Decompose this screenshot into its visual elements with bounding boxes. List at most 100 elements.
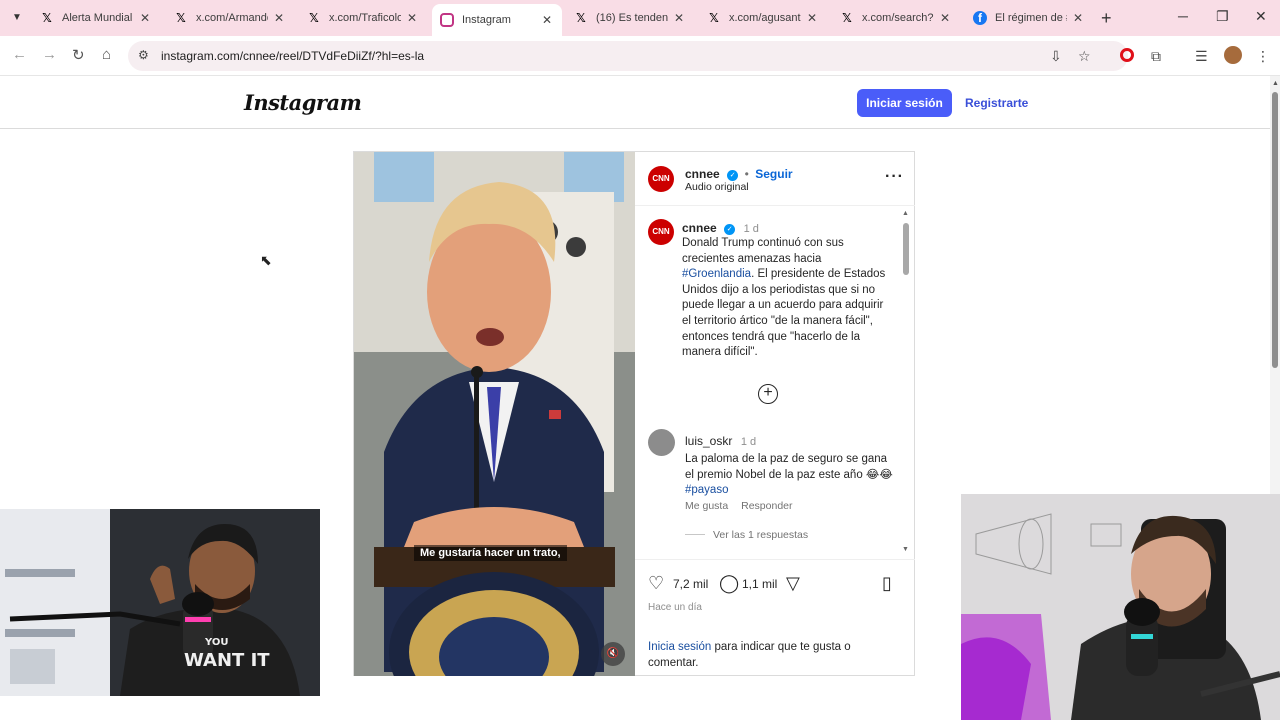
login-prompt: Inicia sesión para indicar que te gusta … (648, 641, 851, 669)
verified-badge-icon: ✓ (724, 224, 736, 235)
comments-scroll-up-icon[interactable]: ▲ (902, 210, 909, 217)
tab-x-search[interactable]: 𝕏 x.com/search?q ✕ (832, 4, 960, 32)
signup-link[interactable]: Registrarte (965, 96, 1028, 110)
window-close-icon[interactable]: ✕ (1255, 8, 1267, 25)
comment-username[interactable]: luis_oskr (685, 434, 732, 448)
bookmark-star-icon[interactable]: ☆ (1078, 48, 1091, 65)
comment-icon[interactable]: ◯ (719, 573, 739, 594)
hashtag-link[interactable]: #payaso (685, 484, 728, 496)
instagram-icon (440, 13, 454, 27)
comments-section[interactable]: ▲ ▼ CNN cnnee ✓ 1 d Donald Trump continu… (635, 207, 915, 559)
forward-icon[interactable]: → (42, 46, 57, 63)
tab-x-agusanto[interactable]: 𝕏 x.com/agusanto ✕ (699, 4, 827, 32)
share-icon[interactable]: ▽ (786, 573, 800, 594)
x-logo-icon: 𝕏 (709, 11, 719, 25)
hashtag-link[interactable]: #Groenlandia (682, 268, 751, 280)
video-frame-image (354, 152, 635, 676)
facebook-icon: f (973, 11, 987, 25)
tab-x-traficolog[interactable]: 𝕏 x.com/Traficolog ✕ (299, 4, 427, 32)
close-icon[interactable]: ✕ (274, 11, 286, 25)
author-username[interactable]: cnnee (685, 167, 720, 181)
more-options-icon[interactable]: ··· (885, 168, 904, 186)
restore-icon[interactable]: ❐ (1216, 8, 1229, 25)
verified-badge-icon: ✓ (727, 170, 739, 181)
instagram-header: Instagram Iniciar sesión Registrarte (0, 76, 1270, 129)
heart-icon[interactable]: ♡ (648, 573, 664, 594)
video-subtitle: Me gustaría hacer un trato, (414, 545, 567, 561)
comment-actions: Me gusta Responder (685, 500, 803, 512)
tab-instagram[interactable]: Instagram ✕ (432, 4, 562, 36)
comment-time: 1 d (740, 436, 757, 448)
tab-bar: ▼ 𝕏 Alerta Mundial e ✕ 𝕏 x.com/Armando ✕… (0, 0, 1280, 36)
url-text[interactable]: instagram.com/cnnee/reel/DTVdFeDiiZf/?hl… (161, 49, 424, 63)
shirt-text: WANT IT (184, 650, 270, 671)
close-icon[interactable]: ✕ (807, 11, 819, 25)
x-logo-icon: 𝕏 (309, 11, 319, 25)
reel-video[interactable]: Me gustaría hacer un trato, 🔇 (354, 152, 635, 676)
comment-text: La paloma de la paz de seguro se gana el… (685, 453, 893, 497)
close-icon[interactable]: ✕ (1073, 11, 1085, 25)
browser-menu-icon[interactable]: ⋮ (1256, 48, 1270, 65)
post-details-panel: CNN cnnee ✓ • Seguir Audio original ··· … (635, 152, 915, 676)
back-icon[interactable]: ← (12, 46, 27, 63)
commenter-avatar[interactable] (648, 429, 675, 456)
comment-reply-link[interactable]: Responder (741, 500, 792, 512)
scroll-up-icon[interactable]: ▲ (1272, 80, 1279, 87)
comments-scroll-down-icon[interactable]: ▼ (902, 546, 909, 553)
close-icon[interactable]: ✕ (140, 11, 152, 25)
tab-es-tendencia[interactable]: 𝕏 (16) Es tendencia ✕ (566, 4, 694, 32)
comments-count[interactable]: 1,1 mil (742, 577, 777, 591)
load-more-comments-icon[interactable]: + (758, 384, 778, 404)
minimize-icon[interactable]: ─ (1178, 8, 1188, 24)
separator-dot: • (744, 167, 749, 181)
scrollbar-thumb[interactable] (1272, 92, 1278, 368)
tab-alerta-mundial[interactable]: 𝕏 Alerta Mundial e ✕ (32, 4, 160, 32)
webcam-right-image (961, 494, 1280, 720)
home-icon[interactable]: ⌂ (102, 46, 111, 63)
replies-divider (685, 534, 705, 535)
address-bar[interactable]: ⚙ instagram.com/cnnee/reel/DTVdFeDiiZf/?… (128, 41, 1128, 71)
likes-count[interactable]: 7,2 mil (673, 577, 708, 591)
bookmark-icon[interactable]: ▯ (882, 573, 892, 594)
reload-icon[interactable]: ↻ (72, 46, 85, 64)
comment-author-line: luis_oskr 1 d (685, 432, 756, 450)
post-time-ago: Hace un día (648, 602, 702, 613)
tab-facebook-regimen[interactable]: f El régimen de # ✕ (965, 4, 1093, 32)
close-icon[interactable]: ✕ (542, 13, 554, 27)
profile-avatar[interactable] (1224, 46, 1242, 64)
login-button[interactable]: Iniciar sesión (857, 89, 952, 117)
tab-x-armando[interactable]: 𝕏 x.com/Armando ✕ (166, 4, 294, 32)
mute-toggle-icon[interactable]: 🔇 (601, 642, 625, 666)
shirt-text-top: YOU (205, 637, 229, 648)
instagram-logo[interactable]: Instagram (244, 90, 362, 115)
close-icon[interactable]: ✕ (940, 11, 952, 25)
follow-button[interactable]: Seguir (755, 167, 792, 181)
caption-time: 1 d (743, 223, 759, 235)
install-app-icon[interactable]: ⇩ (1050, 48, 1062, 65)
tab-search-chevron-icon[interactable]: ▼ (8, 9, 26, 27)
media-controls-icon[interactable]: ☰ (1195, 48, 1208, 65)
site-info-icon[interactable]: ⚙ (138, 48, 149, 62)
new-tab-button[interactable]: + (1101, 8, 1112, 29)
comment-like-link[interactable]: Me gusta (685, 500, 728, 512)
browser-toolbar: ← → ↻ ⌂ ⚙ instagram.com/cnnee/reel/DTVdF… (0, 36, 1280, 76)
mouse-cursor-icon: ⬉ (260, 252, 272, 268)
webcam-overlay-right (961, 494, 1280, 720)
audio-label[interactable]: Audio original (685, 181, 749, 193)
x-logo-icon: 𝕏 (176, 11, 186, 25)
login-prompt-link[interactable]: Inicia sesión (648, 641, 711, 653)
close-icon[interactable]: ✕ (407, 11, 419, 25)
opera-extension-icon[interactable] (1120, 48, 1134, 62)
author-avatar[interactable]: CNN (648, 166, 674, 192)
caption-username[interactable]: cnnee (682, 221, 717, 235)
x-logo-icon: 𝕏 (42, 11, 52, 25)
close-icon[interactable]: ✕ (674, 11, 686, 25)
view-replies-link[interactable]: Ver las 1 respuestas (685, 529, 808, 541)
comments-scrollbar-thumb[interactable] (903, 223, 909, 275)
caption-author-line: cnnee ✓ 1 d (682, 219, 759, 237)
post-actions-bar: ♡ 7,2 mil ◯ 1,1 mil ▽ ▯ Hace un día Inic… (635, 559, 915, 675)
caption-text: Donald Trump continuó con sus crecientes… (682, 237, 886, 359)
caption-avatar[interactable]: CNN (648, 219, 674, 245)
webcam-overlay-left: YOU WANT IT (0, 509, 320, 696)
extensions-puzzle-icon[interactable]: ⧉ (1151, 48, 1161, 65)
